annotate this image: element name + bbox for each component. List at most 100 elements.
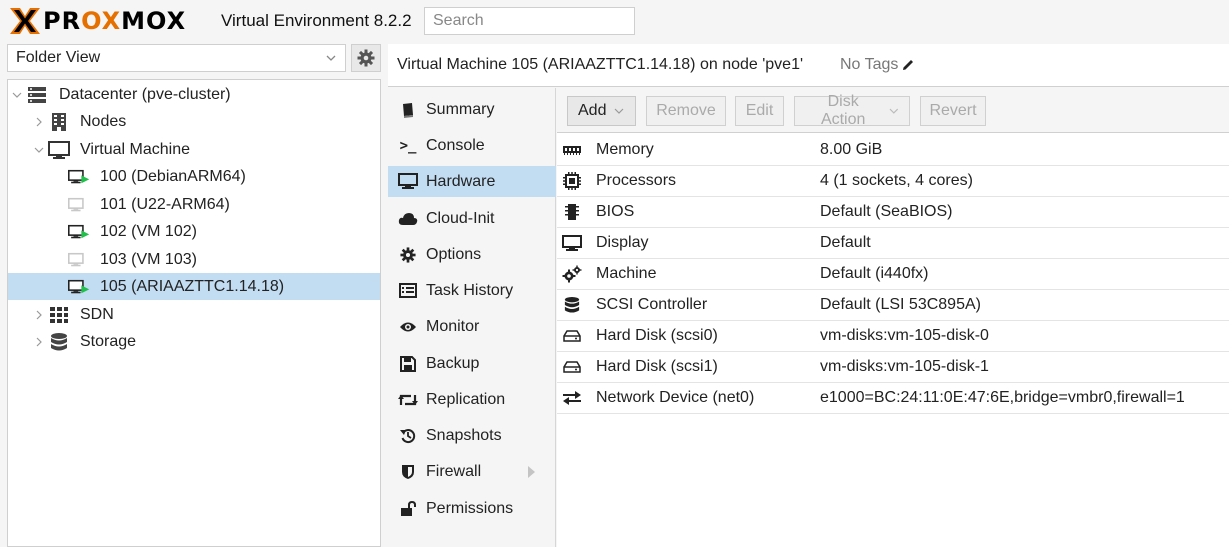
hardware-toolbar: Add Remove Edit Disk Action Revert [557, 88, 1229, 133]
remove-button[interactable]: Remove [646, 96, 726, 126]
hardware-row-display[interactable]: Display Default [557, 228, 1229, 259]
vm-running-icon [68, 222, 90, 242]
nav-label: Summary [426, 100, 495, 118]
chevron-down-icon[interactable] [12, 90, 22, 100]
expand-arrow-icon[interactable] [528, 466, 535, 478]
chip-icon [561, 202, 583, 222]
brand-name: PROXMOX [43, 7, 187, 35]
tree-item-vm-103[interactable]: 103 (VM 103) [8, 246, 380, 273]
tree-item-label: Nodes [80, 112, 127, 130]
proxmox-x-icon [10, 8, 40, 34]
unlock-icon [398, 499, 418, 519]
tree-item-datacenter[interactable]: Datacenter (pve-cluster) [8, 81, 380, 108]
nav-hardware[interactable]: Hardware [388, 166, 556, 197]
nav-label: Options [426, 245, 482, 263]
hardware-row-hard-disk-scsi1[interactable]: Hard Disk (scsi1) vm-disks:vm-105-disk-1 [557, 352, 1229, 383]
chevron-down-icon[interactable] [34, 145, 44, 155]
hardware-name: Network Device (net0) [596, 389, 755, 406]
proxmox-logo[interactable]: PROXMOX [8, 6, 186, 36]
disk-action-button[interactable]: Disk Action [794, 93, 910, 128]
tree-item-vm-102[interactable]: 102 (VM 102) [8, 218, 380, 245]
hardware-row-machine[interactable]: Machine Default (i440fx) [557, 259, 1229, 290]
tree-item-virtual-machine[interactable]: Virtual Machine [8, 136, 380, 163]
nav-label: Task History [426, 281, 514, 299]
hardware-row-network-device[interactable]: Network Device (net0) e1000=BC:24:11:0E:… [557, 383, 1229, 414]
chevron-right-icon[interactable] [34, 337, 44, 347]
database-icon [48, 332, 70, 352]
tree-item-vm-101[interactable]: 101 (U22-ARM64) [8, 191, 380, 218]
hardware-row-scsi-controller[interactable]: SCSI Controller Default (LSI 53C895A) [557, 290, 1229, 321]
book-icon [398, 100, 418, 120]
hardware-value: e1000=BC:24:11:0E:47:6E,bridge=vmbr0,fir… [820, 389, 1185, 406]
chevron-down-icon [889, 108, 899, 114]
chevron-right-icon[interactable] [34, 117, 44, 127]
tree-item-sdn[interactable]: SDN [8, 301, 380, 328]
hardware-grid: Memory 8.00 GiB Processors 4 (1 sockets,… [557, 135, 1229, 414]
hardware-panel: Add Remove Edit Disk Action Revert Memor… [557, 88, 1229, 547]
add-button[interactable]: Add [567, 96, 636, 126]
nav-firewall[interactable]: Firewall [388, 456, 556, 487]
chevron-down-icon [615, 108, 624, 114]
hardware-row-hard-disk-scsi0[interactable]: Hard Disk (scsi0) vm-disks:vm-105-disk-0 [557, 321, 1229, 352]
hardware-row-memory[interactable]: Memory 8.00 GiB [557, 135, 1229, 166]
vm-config-nav: Summary >_ Console Hardware Cloud-Init O… [388, 88, 556, 547]
cpu-icon [561, 171, 583, 191]
datacenter-icon [26, 85, 48, 105]
product-version: Virtual Environment 8.2.2 [221, 11, 412, 30]
tree-item-vm-100[interactable]: 100 (DebianARM64) [8, 163, 380, 190]
list-icon [398, 281, 418, 301]
gear-icon [357, 49, 375, 67]
hardware-name: Machine [596, 265, 657, 282]
eye-icon [398, 317, 418, 337]
building-icon [48, 112, 70, 132]
hardware-row-bios[interactable]: BIOS Default (SeaBIOS) [557, 197, 1229, 228]
nav-cloud-init[interactable]: Cloud-Init [388, 203, 556, 234]
nav-summary[interactable]: Summary [388, 94, 556, 125]
tree-item-label: 103 (VM 103) [100, 250, 197, 268]
disk-action-button-label: Disk Action [820, 93, 866, 128]
search-input[interactable] [424, 7, 635, 35]
nav-monitor[interactable]: Monitor [388, 311, 556, 342]
gear-icon [398, 245, 418, 265]
nav-options[interactable]: Options [388, 239, 556, 270]
exchange-icon [561, 388, 583, 408]
chevron-down-icon [326, 55, 336, 61]
pencil-icon[interactable] [901, 58, 915, 72]
nav-permissions[interactable]: Permissions [388, 493, 556, 524]
page-title: Virtual Machine 105 (ARIAAZTTC1.14.18) o… [397, 56, 804, 73]
content-header: Virtual Machine 105 (ARIAAZTTC1.14.18) o… [388, 44, 1229, 87]
tree-item-label: 100 (DebianARM64) [100, 167, 246, 185]
nav-replication[interactable]: Replication [388, 384, 556, 415]
revert-button[interactable]: Revert [920, 96, 986, 126]
vm-running-icon [68, 167, 90, 187]
history-icon [398, 426, 418, 446]
view-selector[interactable]: Folder View [7, 44, 346, 72]
nav-backup[interactable]: Backup [388, 348, 556, 379]
top-bar: PROXMOX Virtual Environment 8.2.2 [0, 0, 1229, 42]
hardware-name: BIOS [596, 203, 635, 220]
tree-settings-button[interactable] [351, 44, 381, 72]
database-icon [561, 295, 583, 315]
resource-tree: Datacenter (pve-cluster) Nodes Virtual M… [7, 79, 381, 547]
nav-label: Replication [426, 390, 506, 408]
tree-item-label: Datacenter (pve-cluster) [59, 85, 231, 103]
tree-item-label: SDN [80, 305, 114, 323]
edit-button[interactable]: Edit [735, 96, 784, 126]
nav-label: Permissions [426, 499, 514, 517]
nav-label: Monitor [426, 317, 480, 335]
nav-task-history[interactable]: Task History [388, 275, 556, 306]
display-icon [561, 233, 583, 253]
hardware-row-processors[interactable]: Processors 4 (1 sockets, 4 cores) [557, 166, 1229, 197]
tree-item-label: Storage [80, 332, 137, 350]
hdd-icon [561, 326, 583, 346]
memory-icon [561, 140, 583, 160]
nav-snapshots[interactable]: Snapshots [388, 420, 556, 451]
nav-console[interactable]: >_ Console [388, 130, 556, 161]
chevron-right-icon[interactable] [34, 310, 44, 320]
tags-label: No Tags [840, 56, 899, 73]
tree-item-storage[interactable]: Storage [8, 328, 380, 355]
tree-item-vm-105[interactable]: 105 (ARIAAZTTC1.14.18) [8, 273, 380, 300]
hardware-value: Default (i440fx) [820, 265, 929, 282]
tags-area[interactable]: No Tags [840, 56, 915, 74]
tree-item-nodes[interactable]: Nodes [8, 108, 380, 135]
